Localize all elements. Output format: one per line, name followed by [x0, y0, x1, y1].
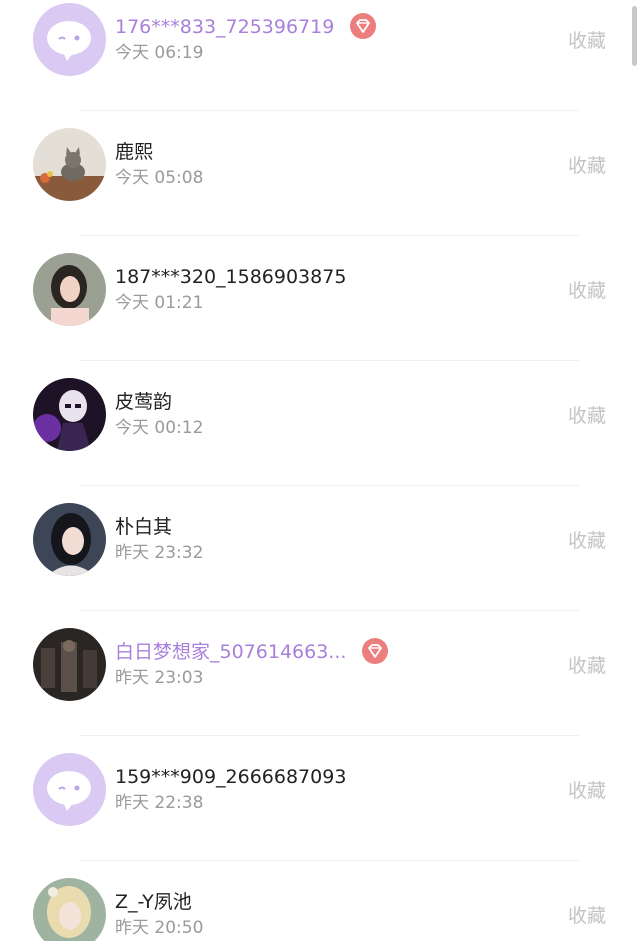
avatar[interactable] [33, 878, 106, 941]
username: 187***320_1586903875 [115, 265, 346, 289]
username-text: 187***320_1586903875 [115, 266, 347, 288]
username-text: Z_-Y夙池 [115, 891, 192, 913]
favorite-button[interactable]: 收藏 [568, 154, 606, 178]
favorite-button[interactable]: 收藏 [568, 904, 606, 928]
avatar[interactable] [33, 753, 106, 826]
avatar[interactable] [33, 253, 106, 326]
girl-portrait-icon [33, 503, 106, 576]
user-list: 176***833_725396719 今天 06:19 收藏 鹿熙 今天 05… [0, 0, 640, 941]
avatar[interactable] [33, 128, 106, 201]
list-item[interactable]: 176***833_725396719 今天 06:19 收藏 [0, 0, 640, 111]
avatar[interactable] [33, 3, 106, 76]
list-item[interactable]: 白日梦想家_507614663... 昨天 23:03 收藏 [0, 603, 640, 736]
list-item[interactable]: 鹿熙 今天 05:08 收藏 [0, 103, 640, 236]
timestamp: 今天 05:08 [115, 168, 204, 188]
vip-diamond-icon [350, 12, 377, 39]
cat-photo-icon [33, 128, 106, 201]
username-text: 白日梦想家_507614663... [115, 641, 347, 663]
girl-photo-icon [33, 253, 106, 326]
vip-diamond-icon [362, 637, 389, 664]
avatar[interactable] [33, 378, 106, 451]
favorite-button[interactable]: 收藏 [568, 279, 606, 303]
username: 159***909_2666687093 [115, 765, 346, 789]
chat-bubble-icon [33, 753, 106, 826]
username: 176***833_725396719 [115, 12, 377, 39]
list-item[interactable]: 187***320_1586903875 今天 01:21 收藏 [0, 228, 640, 361]
timestamp: 今天 01:21 [115, 293, 204, 313]
favorite-button[interactable]: 收藏 [568, 529, 606, 553]
favorite-button[interactable]: 收藏 [568, 779, 606, 803]
list-item[interactable]: Z_-Y夙池 昨天 20:50 收藏 [0, 853, 640, 941]
avatar[interactable] [33, 503, 106, 576]
timestamp: 今天 06:19 [115, 43, 204, 63]
timestamp: 昨天 23:03 [115, 668, 204, 688]
username-text: 176***833_725396719 [115, 16, 335, 38]
fantasy-portrait-icon [33, 878, 106, 941]
username-text: 皮莺韵 [115, 391, 173, 413]
favorite-button[interactable]: 收藏 [568, 29, 606, 53]
username-text: 鹿熙 [115, 141, 154, 163]
timestamp: 今天 00:12 [115, 418, 204, 438]
username-text: 朴白其 [115, 516, 173, 538]
list-item[interactable]: 朴白其 昨天 23:32 收藏 [0, 478, 640, 611]
favorite-button[interactable]: 收藏 [568, 404, 606, 428]
timestamp: 昨天 22:38 [115, 793, 204, 813]
anime-character-icon [33, 378, 106, 451]
username: 朴白其 [115, 515, 172, 539]
timestamp: 昨天 20:50 [115, 918, 204, 938]
username: 皮莺韵 [115, 390, 172, 414]
favorite-button[interactable]: 收藏 [568, 654, 606, 678]
list-item[interactable]: 159***909_2666687093 昨天 22:38 收藏 [0, 728, 640, 861]
avatar[interactable] [33, 628, 106, 701]
username: Z_-Y夙池 [115, 890, 192, 914]
scrollbar[interactable] [632, 6, 637, 66]
list-item[interactable]: 皮莺韵 今天 00:12 收藏 [0, 353, 640, 486]
chat-bubble-icon [33, 3, 106, 76]
group-photo-icon [33, 628, 106, 701]
username-text: 159***909_2666687093 [115, 766, 347, 788]
username: 鹿熙 [115, 140, 153, 164]
timestamp: 昨天 23:32 [115, 543, 204, 563]
username: 白日梦想家_507614663... [115, 637, 389, 664]
